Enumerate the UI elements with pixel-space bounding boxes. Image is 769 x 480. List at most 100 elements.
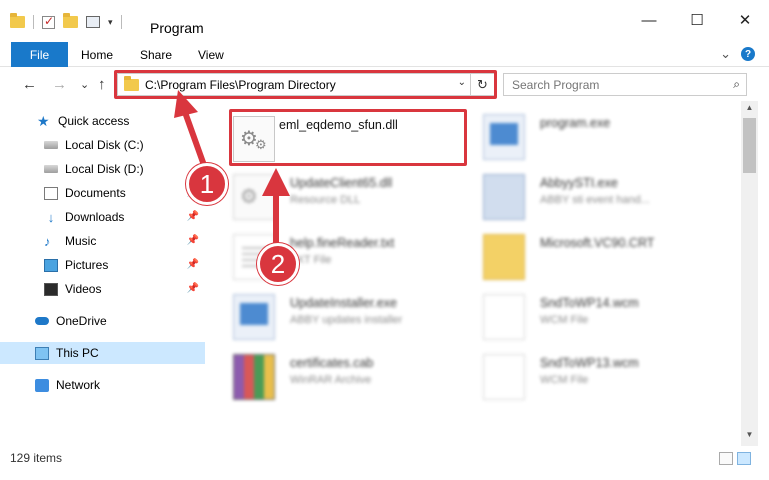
- divider: [33, 15, 34, 29]
- music-icon: ♪: [44, 233, 51, 249]
- file-name: SndToWP13.wcm: [540, 356, 639, 370]
- file-type: WCM File: [540, 314, 589, 326]
- sidebar-item-label: Local Disk (D:): [65, 162, 144, 176]
- file-item-eml-eqdemo-sfun-dll[interactable]: ⚙ ⚙ eml_eqdemo_sfun.dll: [233, 112, 463, 170]
- sidebar-item-local-disk-d[interactable]: Local Disk (D:): [0, 158, 205, 180]
- search-input[interactable]: [504, 74, 714, 95]
- tab-file[interactable]: File: [11, 42, 68, 67]
- sidebar-item-videos[interactable]: Videos 📌: [0, 278, 205, 300]
- sidebar-item-label: Documents: [65, 186, 126, 200]
- sidebar-item-this-pc[interactable]: This PC: [0, 342, 205, 364]
- recent-locations-chevron-icon[interactable]: ⌄: [80, 78, 89, 91]
- dll-icon: ⚙: [233, 174, 275, 220]
- exe-icon: [233, 294, 275, 340]
- this-pc-icon: [35, 346, 49, 360]
- scroll-down-icon[interactable]: ▼: [741, 430, 758, 444]
- file-name: UpdateClient65.dll: [290, 176, 393, 190]
- tab-share[interactable]: Share: [140, 48, 172, 62]
- minimize-button[interactable]: —: [625, 8, 673, 32]
- file-item-abbyysti-exe[interactable]: AbbyySTI.exe ABBY sti event hand...: [483, 170, 713, 228]
- status-bar: 129 items: [0, 447, 769, 471]
- close-button[interactable]: ✕: [721, 8, 769, 32]
- onedrive-icon: [35, 317, 49, 325]
- pin-icon[interactable]: 📌: [187, 283, 199, 294]
- file-item-sndtowp14-wcm[interactable]: SndToWP14.wcm WCM File: [483, 290, 713, 348]
- videos-icon: [44, 282, 58, 296]
- file-item-certificates-cab[interactable]: certificates.cab WinRAR Archive: [233, 350, 463, 408]
- expand-ribbon-chevron-icon[interactable]: ⌄: [720, 46, 731, 62]
- file-item-program-exe[interactable]: program.exe: [483, 110, 713, 168]
- address-dropdown-icon[interactable]: ⌄: [458, 77, 466, 88]
- blank-file-icon: [483, 294, 525, 340]
- forward-arrow-icon[interactable]: →: [52, 76, 67, 93]
- new-folder-icon[interactable]: [63, 13, 78, 28]
- star-icon: ★: [37, 112, 50, 129]
- address-bar[interactable]: C:\Program Files\Program Directory ⌄ ↻: [117, 73, 495, 96]
- dll-icon: ⚙ ⚙: [233, 116, 275, 162]
- sidebar-item-quick-access[interactable]: ★ Quick access: [0, 110, 205, 132]
- file-type: WCM File: [540, 374, 589, 386]
- scroll-thumb[interactable]: [743, 118, 756, 173]
- vertical-scrollbar[interactable]: ▲ ▼: [741, 101, 758, 446]
- pin-icon[interactable]: 📌: [187, 235, 199, 246]
- file-name: certificates.cab: [290, 356, 374, 370]
- disk-icon: [44, 141, 58, 149]
- sidebar-item-label: Music: [65, 234, 97, 248]
- sidebar-item-local-disk-c[interactable]: Local Disk (C:): [0, 134, 205, 156]
- sidebar-item-documents[interactable]: Documents 📌: [0, 182, 205, 204]
- exe-icon: [483, 114, 525, 160]
- sidebar-item-label: Pictures: [65, 258, 109, 272]
- file-type: Resource DLL: [290, 194, 361, 206]
- refresh-icon[interactable]: ↻: [470, 74, 494, 95]
- folder-icon: [483, 234, 525, 280]
- properties-check-icon[interactable]: [42, 14, 55, 29]
- tab-home[interactable]: Home: [81, 48, 113, 62]
- file-name: UpdateInstaller.exe: [290, 296, 398, 310]
- file-item-microsoft-vc90-crt[interactable]: Microsoft.VC90.CRT: [483, 230, 713, 288]
- sidebar-item-pictures[interactable]: Pictures 📌: [0, 254, 205, 276]
- file-item-updateinstaller-exe[interactable]: UpdateInstaller.exe ABBY updates install…: [233, 290, 463, 348]
- address-path[interactable]: C:\Program Files\Program Directory: [145, 78, 336, 92]
- blank-file-icon: [483, 354, 525, 400]
- file-item-sndtowp13-wcm[interactable]: SndToWP13.wcm WCM File: [483, 350, 713, 408]
- tab-view[interactable]: View: [198, 48, 224, 62]
- divider: [120, 15, 122, 29]
- sidebar-item-network[interactable]: Network: [0, 374, 205, 396]
- title-bar: ▾ Program — ☐ ✕: [0, 0, 769, 40]
- help-icon[interactable]: ?: [741, 47, 755, 61]
- pin-icon[interactable]: 📌: [187, 259, 199, 270]
- navigation-pane: ★ Quick access Local Disk (C:) Local Dis…: [0, 110, 205, 440]
- file-type: ABBY updates installer: [290, 314, 403, 326]
- ribbon-tabs: File Home Share View ⌄ ?: [0, 42, 769, 67]
- back-arrow-icon[interactable]: ←: [22, 76, 37, 93]
- search-icon[interactable]: ⌕: [733, 77, 740, 92]
- maximize-button[interactable]: ☐: [673, 8, 721, 32]
- file-type: ABBY sti event hand...: [540, 194, 650, 206]
- file-type: WinRAR Archive: [290, 374, 372, 386]
- window-controls: — ☐ ✕: [625, 8, 769, 32]
- customize-toolbar-icon[interactable]: [86, 16, 100, 28]
- file-item-updateclient65-dll[interactable]: ⚙ UpdateClient65.dll Resource DLL: [233, 170, 463, 228]
- downloads-icon: ↓: [47, 209, 55, 225]
- toolbar-dropdown-icon[interactable]: ▾: [108, 17, 113, 28]
- disk-icon: [44, 165, 58, 173]
- details-view-icon[interactable]: [719, 452, 733, 465]
- window-title: Program: [150, 20, 204, 36]
- item-count: 129 items: [10, 451, 63, 465]
- scroll-up-icon[interactable]: ▲: [741, 103, 758, 117]
- sidebar-item-downloads[interactable]: ↓ Downloads 📌: [0, 206, 205, 228]
- sidebar-item-label: Network: [56, 378, 101, 392]
- pin-icon[interactable]: 📌: [187, 211, 199, 222]
- file-name: eml_eqdemo_sfun.dll: [279, 118, 398, 132]
- step-2-badge: 2: [257, 243, 299, 285]
- sidebar-item-music[interactable]: ♪ Music 📌: [0, 230, 205, 252]
- folder-icon: [124, 75, 139, 91]
- file-name: program.exe: [540, 116, 611, 130]
- large-icons-view-icon[interactable]: [737, 452, 751, 465]
- up-arrow-icon[interactable]: ↑: [98, 76, 106, 93]
- sidebar-item-label: Downloads: [65, 210, 125, 224]
- step-1-badge: 1: [186, 163, 228, 205]
- sidebar-item-onedrive[interactable]: OneDrive: [0, 310, 205, 332]
- search-box[interactable]: ⌕: [503, 73, 747, 96]
- folder-icon: [10, 13, 25, 28]
